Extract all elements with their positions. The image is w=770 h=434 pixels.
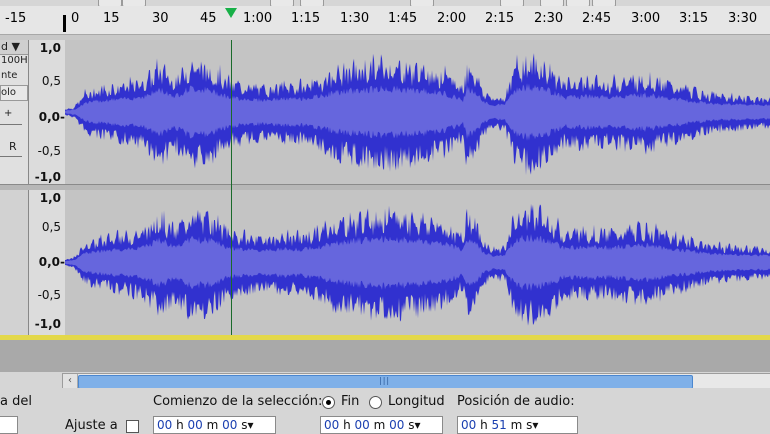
snap-to-label: Ajuste a <box>65 418 118 433</box>
scroll-left-icon[interactable]: ‹ <box>63 374 78 388</box>
length-label: Longitud <box>388 394 445 409</box>
ruler-tick-label: -15 <box>5 11 27 26</box>
audio-position-time[interactable]: 00 h 51 m s▾ <box>457 416 578 434</box>
scale-label: 0,5 <box>41 74 61 88</box>
end-radio[interactable] <box>322 396 335 409</box>
track-control-panel[interactable] <box>0 190 29 335</box>
end-label: Fin <box>341 394 360 409</box>
ruler-tick-label: 3:00 <box>631 11 661 26</box>
track-control-panel[interactable]: d ▼ 100Hz nte olo + R <box>0 40 29 184</box>
scale-label: 0,0- <box>38 110 65 124</box>
pan-slider-label: R <box>9 140 17 153</box>
ruler-tick-label: 2:15 <box>485 11 515 26</box>
ruler-zero-marker <box>63 15 66 32</box>
amplitude-scale: 1,0 0,5 0,0- -0,5 -1,0 <box>29 40 66 184</box>
waveform-right[interactable] <box>65 190 770 335</box>
ruler-tick-label: 30 <box>152 11 169 26</box>
track-rate-label: 100Hz <box>1 55 28 66</box>
solo-button[interactable]: olo <box>0 85 28 101</box>
track-channel-label: nte <box>1 70 18 81</box>
ruler-tick-label: 3:30 <box>728 11 758 26</box>
timeline-ruler[interactable]: -15 0 15 30 45 1:00 1:15 1:30 1:45 2:00 … <box>0 6 770 35</box>
solo-button-label: olo <box>1 87 17 98</box>
waveform-svg <box>65 203 770 326</box>
selection-toolbar: a del Ajuste a Comienzo de la selección:… <box>0 388 770 434</box>
scale-label: -0,5 <box>37 288 61 302</box>
length-radio[interactable] <box>369 396 382 409</box>
project-rate-dropdown[interactable] <box>0 416 18 434</box>
ruler-tick-label: 15 <box>103 11 120 26</box>
pan-slider[interactable] <box>0 156 22 157</box>
ruler-tick-label: 2:45 <box>582 11 612 26</box>
scale-label: -1,0 <box>34 317 61 331</box>
ruler-tick-label: 1:30 <box>340 11 370 26</box>
ruler-tick-label: 45 <box>200 11 217 26</box>
ruler-tick-label: 0 <box>71 11 80 26</box>
scale-label: 1,0 <box>39 191 61 205</box>
ruler-tick-label: 1:45 <box>388 11 418 26</box>
horizontal-scrollbar[interactable]: ‹ ||| <box>62 373 770 389</box>
scale-label: 0,5 <box>41 220 61 234</box>
track-menu-label: d ▼ <box>1 40 20 53</box>
playhead-line <box>231 40 232 335</box>
selection-start-time[interactable]: 00 h 00 m 00 s▾ <box>153 416 276 434</box>
amplitude-scale: 1,0 0,5 0,0- -0,5 -1,0 <box>29 190 66 335</box>
scrollbar-thumb[interactable]: ||| <box>78 375 693 389</box>
project-rate-label: a del <box>0 394 32 409</box>
selection-end-time[interactable]: 00 h 00 m 00 s▾ <box>320 416 443 434</box>
empty-track-area[interactable] <box>0 340 770 372</box>
gain-slider-track <box>0 124 22 125</box>
grip-icon: ||| <box>379 376 391 385</box>
ruler-tick-label: 3:15 <box>679 11 709 26</box>
scale-label: -1,0 <box>34 170 61 184</box>
track-menu-bar[interactable]: d ▼ <box>0 40 28 55</box>
audio-position-label: Posición de audio: <box>457 394 575 409</box>
playhead-marker[interactable] <box>225 8 237 18</box>
ruler-tick-label: 2:00 <box>437 11 467 26</box>
ruler-tick-label: 1:15 <box>291 11 321 26</box>
scale-label: 0,0- <box>38 255 65 269</box>
snap-to-checkbox[interactable] <box>126 420 139 433</box>
track-area: d ▼ 100Hz nte olo + R 1,0 0,5 0,0- -0,5 … <box>0 35 770 335</box>
ruler-tick-label: 2:30 <box>534 11 564 26</box>
gain-slider[interactable]: + <box>4 108 12 119</box>
selection-start-label: Comienzo de la selección: <box>153 394 323 409</box>
waveform-svg <box>65 53 770 176</box>
waveform-left[interactable] <box>65 40 770 184</box>
scale-label: 1,0 <box>39 41 61 55</box>
scale-label: -0,5 <box>37 144 61 158</box>
ruler-tick-label: 1:00 <box>243 11 273 26</box>
